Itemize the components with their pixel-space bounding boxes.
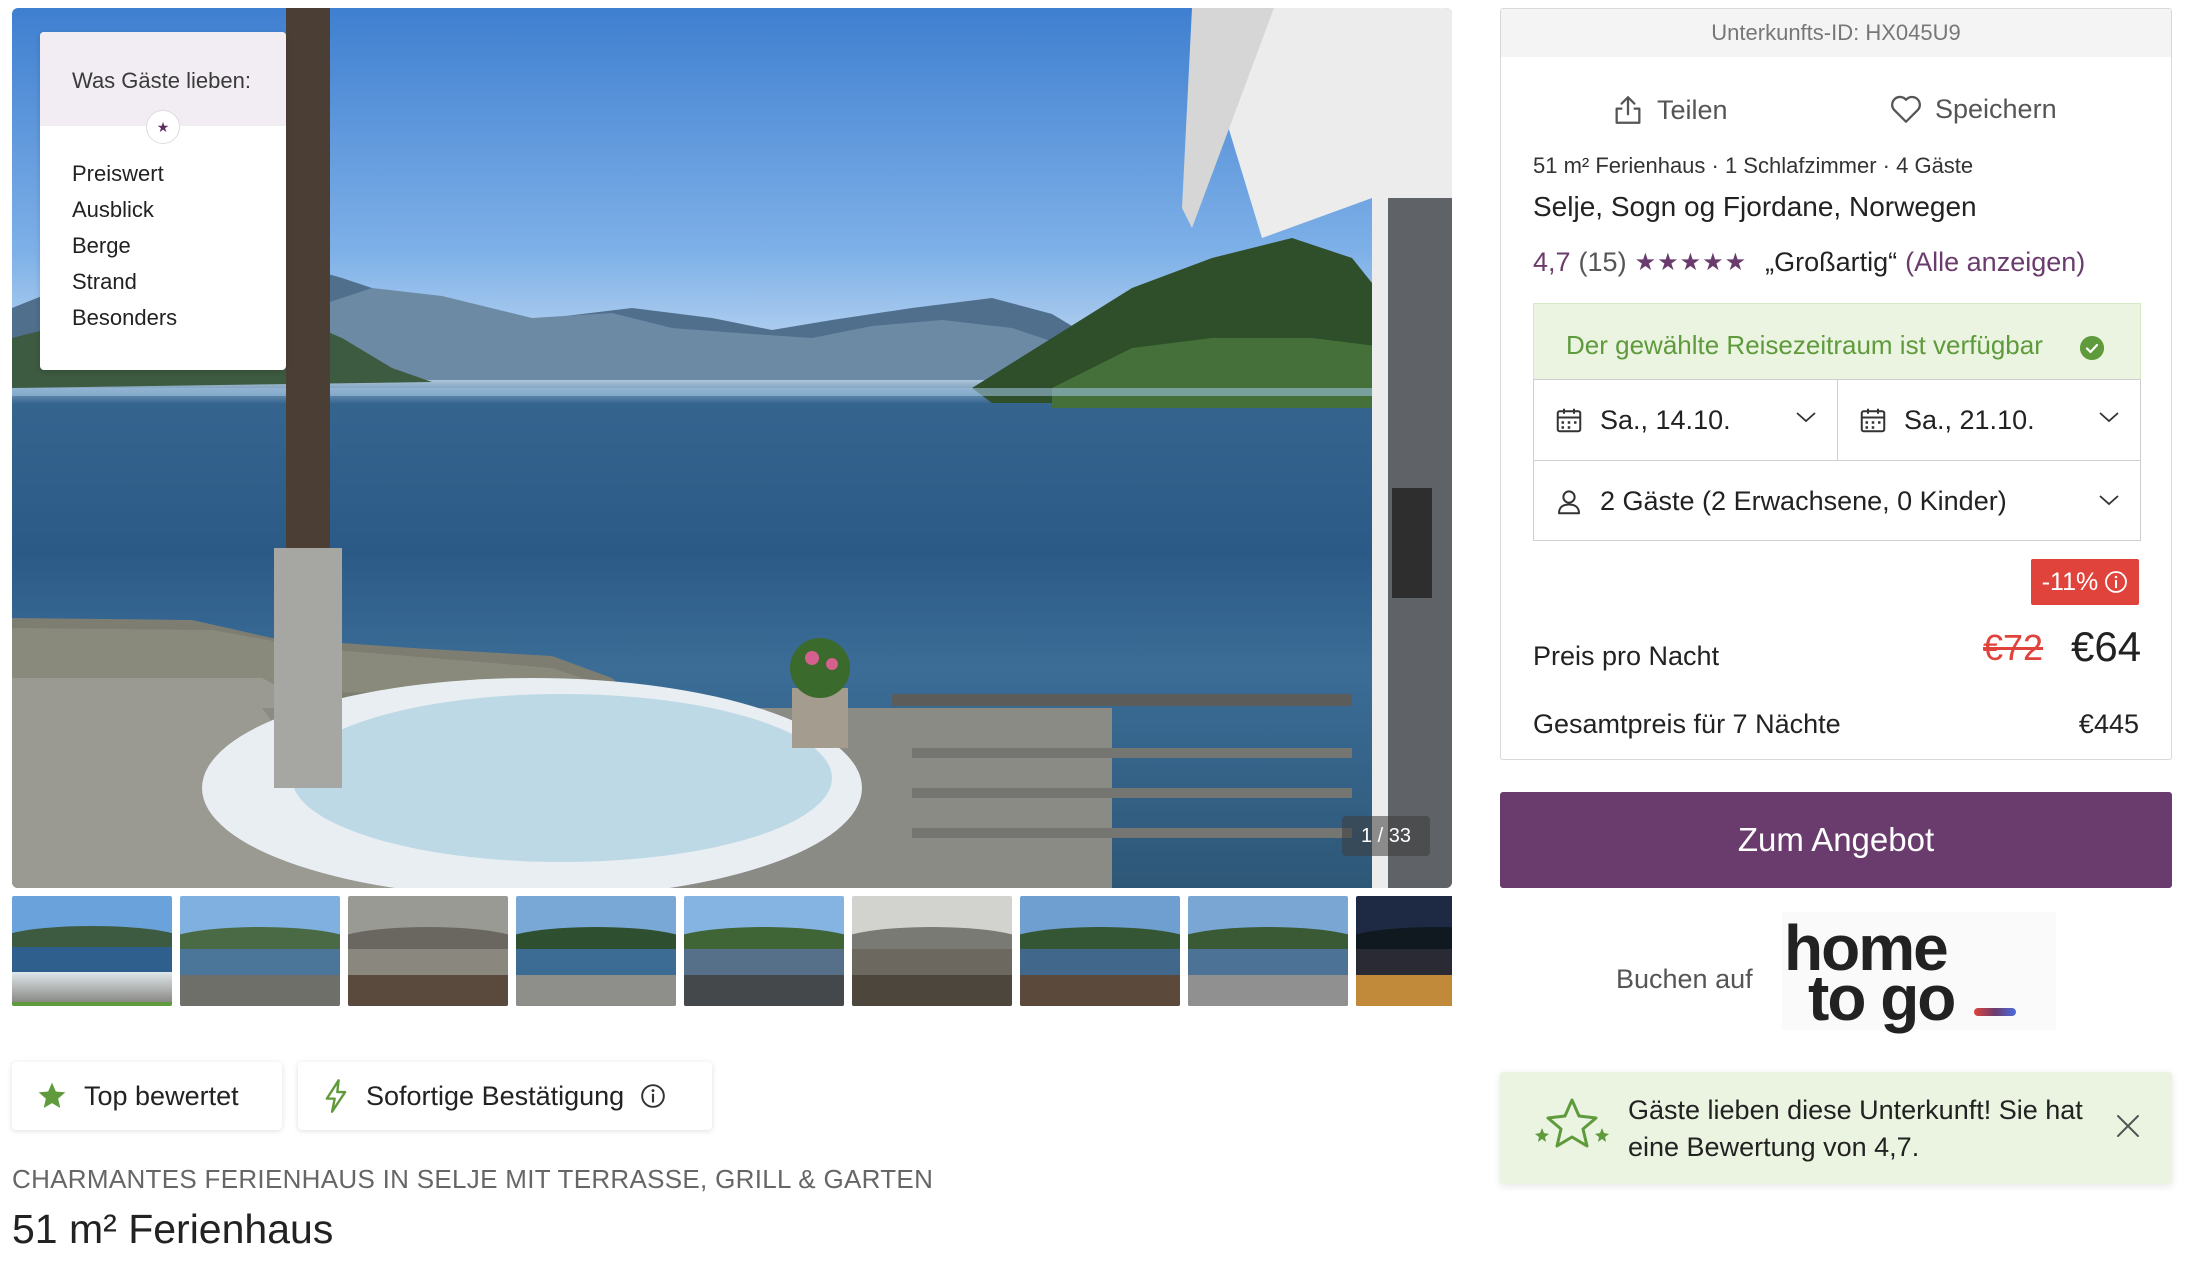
list-item: Ausblick — [72, 197, 154, 222]
property-facts: 51 m² Ferienhaus · 1 Schlafzimmer · 4 Gä… — [1533, 153, 1974, 178]
rating-score: 4,7 — [1533, 247, 1571, 277]
old-price: €72 — [1983, 627, 2044, 668]
list-item: Strand — [72, 269, 137, 294]
main-photo[interactable]: Was Gäste lieben: ★ Preiswert Ausblick B… — [12, 8, 1452, 888]
star-icon: ★ — [146, 110, 180, 144]
new-price: €64 — [2071, 623, 2142, 670]
guests-value: 2 Gäste (2 Erwachsene, 0 Kinder) — [1600, 486, 2007, 516]
price-per-night-label: Preis pro Nacht — [1533, 641, 1720, 671]
list-item: Preiswert — [72, 161, 164, 186]
toast-text: Gäste lieben diese Unterkunft! Sie hat e… — [1628, 1095, 2083, 1162]
rating-count: (15) — [1578, 247, 1627, 277]
photo-counter: 1 / 33 — [1342, 816, 1430, 856]
list-item: Besonders — [72, 305, 178, 330]
checkin-date-picker[interactable]: Sa., 14.10. — [1534, 380, 1838, 460]
availability-banner: Der gewählte Reisezeitraum ist verfügbar — [1533, 303, 2141, 387]
share-save-row: Teilen Speichern — [1501, 85, 2171, 141]
thumbnail-9[interactable] — [1356, 896, 1452, 1006]
share-button[interactable]: Teilen — [1611, 93, 1728, 127]
checkin-date: Sa., 14.10. — [1600, 404, 1731, 435]
thumbnail-3[interactable] — [348, 896, 508, 1006]
show-all-reviews-link[interactable]: (Alle anzeigen) — [1905, 247, 2085, 278]
rating-word: „Großartig“ — [1765, 247, 1898, 277]
close-icon[interactable] — [2114, 1112, 2142, 1140]
badge-label: Sofortige Bestätigung — [366, 1080, 625, 1111]
chevron-down-icon — [2099, 495, 2119, 506]
chevron-down-icon — [2099, 412, 2119, 423]
checkout-date-picker[interactable]: Sa., 21.10. — [1838, 380, 2140, 460]
property-location: Selje, Sogn og Fjordane, Norwegen — [1533, 191, 1977, 222]
lightning-icon — [325, 1079, 347, 1113]
star-icon — [38, 1082, 66, 1108]
badge-label: Top bewertet — [84, 1080, 239, 1111]
stars-icon — [1535, 1098, 1609, 1148]
listing-subtitle: CHARMANTES FERIENHAUS IN SELJE MIT TERRA… — [12, 1164, 934, 1194]
share-label: Teilen — [1657, 94, 1728, 125]
calendar-icon — [1860, 408, 1886, 433]
share-icon — [1615, 96, 1641, 124]
logo-dash — [1974, 1008, 2016, 1016]
save-label: Speichern — [1935, 93, 2057, 124]
thumbnail-8[interactable] — [1188, 896, 1348, 1006]
guests-love-card: Was Gäste lieben: ★ Preiswert Ausblick B… — [40, 32, 286, 370]
person-icon — [1558, 489, 1580, 514]
book-on-label: Buchen auf — [1616, 964, 1753, 994]
property-id: Unterkunfts-ID: HX045U9 — [1501, 9, 2171, 57]
thumbnail-7[interactable] — [1020, 896, 1180, 1006]
logo-line-2: to go — [1808, 962, 1956, 1034]
guests-selector[interactable]: 2 Gäste (2 Erwachsene, 0 Kinder) — [1534, 460, 2140, 542]
date-guest-selector: Sa., 14.10. Sa., 21.10. 2 Gäste (2 Erwac… — [1533, 379, 2141, 541]
instant-confirmation-badge[interactable]: Sofortige Bestätigung — [298, 1062, 712, 1130]
info-icon — [2105, 571, 2128, 593]
heart-icon — [1891, 95, 1921, 123]
list-item: Berge — [72, 233, 131, 258]
info-icon[interactable] — [640, 1083, 666, 1109]
total-price: €445 — [2078, 709, 2139, 739]
chevron-down-icon — [1796, 412, 1816, 423]
discount-value: -11% — [2041, 567, 2099, 596]
thumbnail-2[interactable] — [180, 896, 340, 1006]
total-price-label: Gesamtpreis für 7 Nächte — [1533, 709, 1841, 739]
guests-love-list: Preiswert Ausblick Berge Strand Besonder… — [40, 126, 286, 336]
hometogo-logo[interactable]: home to go — [1782, 912, 2056, 1030]
thumbnail-5[interactable] — [684, 896, 844, 1006]
rating-row: 4,7 (15) ★★★★★ „Großartig“ (Alle anzeige… — [1533, 247, 2085, 278]
rating-stars-icon: ★★★★★ — [1634, 249, 1748, 276]
discount-badge[interactable]: -11% — [2031, 559, 2139, 605]
booking-panel: Unterkunfts-ID: HX045U9 Teilen Speichern… — [1500, 8, 2172, 760]
guests-love-toast: Gäste lieben diese Unterkunft! Sie hat e… — [1500, 1072, 2172, 1184]
save-button[interactable]: Speichern — [1889, 93, 2057, 125]
top-rated-badge: Top bewertet — [12, 1062, 282, 1130]
calendar-icon — [1556, 408, 1582, 433]
availability-text: Der gewählte Reisezeitraum ist verfügbar — [1566, 330, 2043, 360]
checkout-date: Sa., 21.10. — [1904, 404, 2035, 435]
listing-title: 51 m² Ferienhaus — [12, 1206, 334, 1252]
to-offer-button[interactable]: Zum Angebot — [1500, 792, 2172, 888]
thumbnail-1[interactable] — [12, 896, 172, 1006]
thumbnail-strip — [12, 896, 1452, 1008]
thumbnail-4[interactable] — [516, 896, 676, 1006]
thumbnail-6[interactable] — [852, 896, 1012, 1006]
check-icon — [2080, 336, 2104, 360]
